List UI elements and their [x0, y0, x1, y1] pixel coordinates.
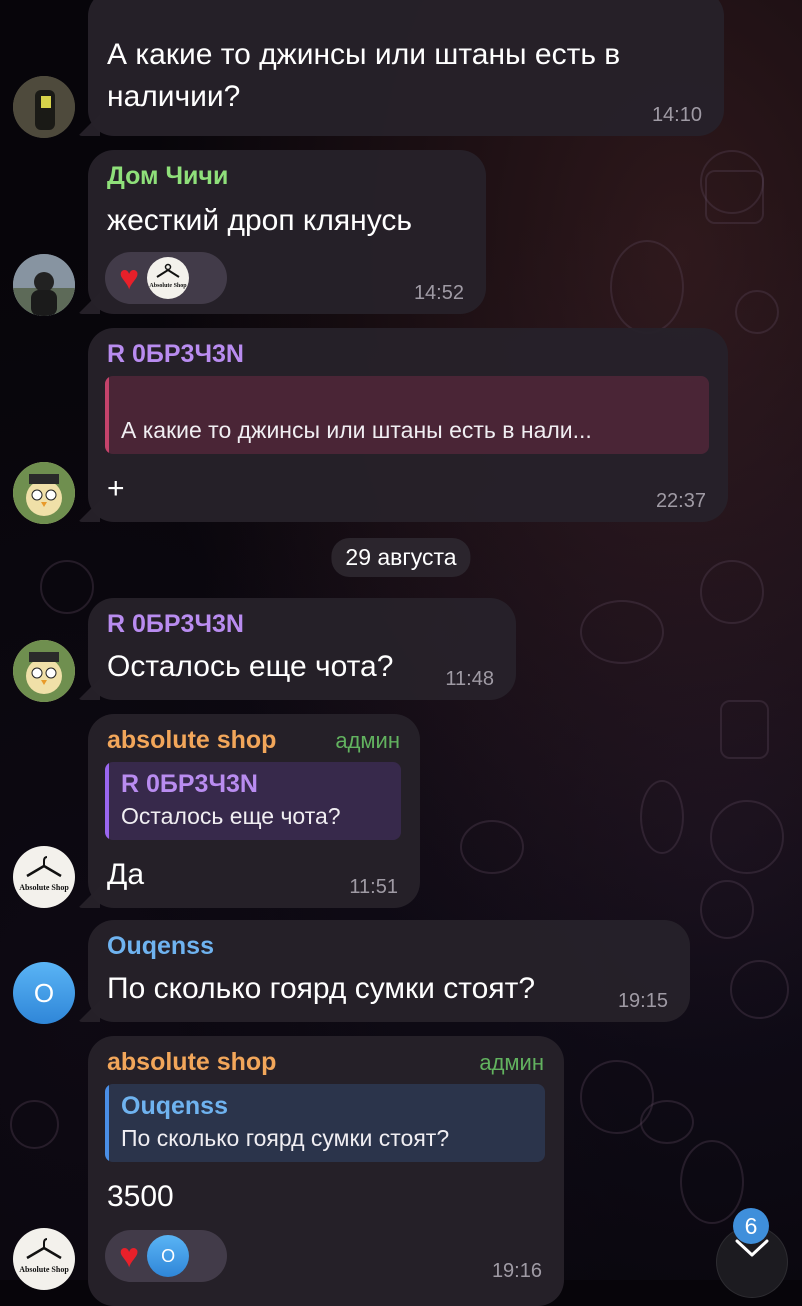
- reply-text: По сколько гоярд сумки стоят?: [121, 1125, 450, 1151]
- message-time: 19:15: [617, 990, 668, 1012]
- message-time: 22:37: [655, 490, 706, 512]
- message-text: А какие то джинсы или штаны есть в налич…: [107, 38, 621, 113]
- message-time: 14:10: [651, 104, 702, 126]
- reply-sender: Ouqenss: [121, 1092, 228, 1120]
- unread-count-badge: 6: [733, 1208, 769, 1244]
- person-photo-icon: [13, 76, 75, 138]
- hanger-logo-icon: Absolute Shop: [19, 1238, 69, 1274]
- message-text: жесткий дроп клянусь: [107, 204, 412, 237]
- sender-name: R 0БР3Ч3N: [107, 610, 244, 638]
- message-time: 14:52: [413, 282, 464, 304]
- sender-name: absolute shop: [107, 1048, 277, 1076]
- chicken-avatar-icon: [13, 462, 75, 524]
- message-time: 11:51: [349, 876, 398, 898]
- message-text: +: [107, 472, 125, 505]
- avatar-letter: O: [33, 977, 55, 1008]
- reply-quote[interactable]: R 0БР3Ч3N Осталось еще чота?: [105, 762, 401, 840]
- svg-text:Absolute Shop: Absolute Shop: [150, 283, 188, 289]
- admin-badge: админ: [479, 1050, 544, 1075]
- person-photo-icon: [13, 254, 75, 316]
- admin-badge: админ: [335, 728, 400, 753]
- user-avatar[interactable]: [13, 640, 75, 702]
- sender-name: Ouqenss: [107, 932, 214, 960]
- message-bubble[interactable]: Ouqenss По сколько гоярд сумки стоят? 19…: [88, 920, 690, 1022]
- message-bubble[interactable]: Дом Чичи жесткий дроп клянусь ♥ Absolute…: [88, 150, 486, 314]
- reply-text: Осталось еще чота?: [121, 803, 341, 829]
- absolute-shop-avatar: Absolute Shop: [147, 257, 190, 299]
- reactions-bar[interactable]: ♥ Absolute Shop: [105, 252, 227, 304]
- absolute-shop-avatar[interactable]: Absolute Shop: [13, 846, 75, 908]
- sender-name: R 0БР3Ч3N: [107, 340, 244, 368]
- message-bubble[interactable]: А какие то джинсы или штаны есть в налич…: [88, 0, 724, 136]
- absolute-shop-avatar[interactable]: Absolute Shop: [13, 1228, 75, 1290]
- ouqenss-avatar[interactable]: O: [13, 962, 75, 1024]
- sender-name: absolute shop: [107, 726, 277, 754]
- sender-name: Дом Чичи: [107, 162, 229, 190]
- message-bubble[interactable]: absolute shop админ Ouqenss По сколько г…: [88, 1036, 564, 1306]
- message-bubble[interactable]: R 0БР3Ч3N А какие то джинсы или штаны ес…: [88, 328, 728, 522]
- reply-sender: R 0БР3Ч3N: [121, 770, 258, 798]
- reply-quote[interactable]: А какие то джинсы или штаны есть в нали.…: [105, 376, 709, 454]
- message-time: 11:48: [445, 668, 494, 690]
- hanger-logo-icon: Absolute Shop: [19, 856, 69, 892]
- message-text: Да: [107, 858, 145, 891]
- message-bubble[interactable]: absolute shop админ R 0БР3Ч3N Осталось е…: [88, 714, 420, 908]
- ouqenss-avatar: O: [147, 1235, 190, 1277]
- chicken-avatar-icon: [13, 640, 75, 702]
- reply-quote[interactable]: Ouqenss По сколько гоярд сумки стоят?: [105, 1084, 545, 1162]
- message-text: Осталось еще чота?: [107, 650, 394, 683]
- heart-icon[interactable]: ♥: [119, 261, 139, 295]
- message-bubble[interactable]: R 0БР3Ч3N Осталось еще чота? 11:48: [88, 598, 516, 700]
- user-avatar[interactable]: [13, 254, 75, 316]
- svg-text:Absolute Shop: Absolute Shop: [19, 883, 69, 892]
- user-avatar[interactable]: [13, 462, 75, 524]
- reply-text: А какие то джинсы или штаны есть в нали.…: [121, 417, 592, 443]
- message-text: 3500: [107, 1180, 174, 1213]
- user-avatar[interactable]: [13, 76, 75, 138]
- reactions-bar[interactable]: ♥ O: [105, 1230, 227, 1282]
- date-separator: 29 августа: [331, 538, 471, 577]
- heart-icon[interactable]: ♥: [119, 1239, 139, 1273]
- message-text: По сколько гоярд сумки стоят?: [107, 972, 535, 1005]
- svg-text:Absolute Shop: Absolute Shop: [19, 1265, 69, 1274]
